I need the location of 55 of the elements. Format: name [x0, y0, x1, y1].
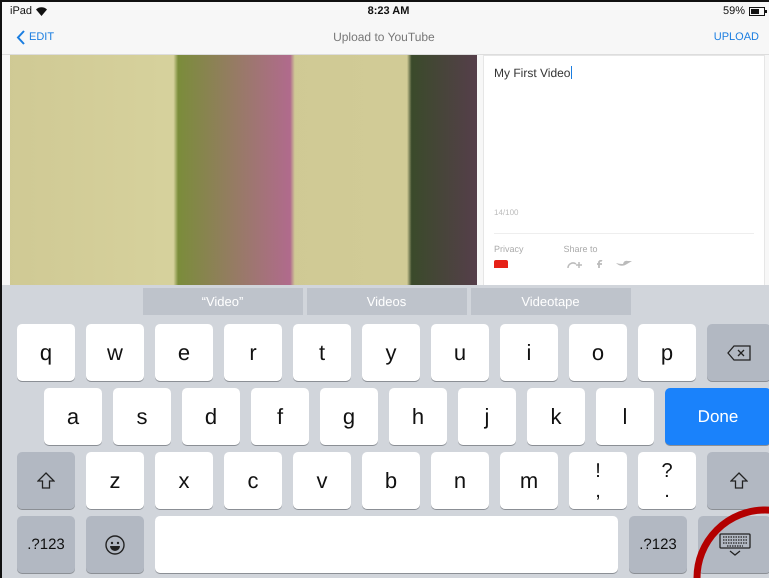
title-input-field[interactable]: My First Video	[494, 66, 572, 204]
letter-key[interactable]: w	[86, 324, 144, 381]
letter-key[interactable]: u	[431, 324, 489, 381]
letter-key[interactable]: j	[458, 388, 516, 445]
character-counter: 14/100	[494, 208, 518, 217]
letter-key[interactable]: h	[389, 388, 447, 445]
letter-key[interactable]: y	[362, 324, 420, 381]
shift-key[interactable]	[17, 452, 75, 509]
letter-key[interactable]: v	[293, 452, 351, 509]
punctuation-key[interactable]: ! ,	[569, 452, 627, 509]
wifi-icon	[36, 6, 48, 16]
letter-key[interactable]: i	[500, 324, 558, 381]
letter-key[interactable]: l	[596, 388, 654, 445]
letter-key[interactable]: e	[155, 324, 213, 381]
letter-key[interactable]: b	[362, 452, 420, 509]
emoji-key[interactable]	[86, 516, 144, 573]
letter-key[interactable]: c	[224, 452, 282, 509]
shift-key[interactable]	[707, 452, 769, 509]
smiley-icon	[105, 534, 125, 554]
privacy-icon[interactable]	[494, 260, 508, 268]
backspace-icon	[727, 344, 751, 360]
share-label: Share to	[564, 244, 598, 254]
backspace-key[interactable]	[707, 324, 769, 381]
letter-key[interactable]: f	[251, 388, 309, 445]
privacy-label: Privacy	[494, 244, 524, 254]
letter-key[interactable]: a	[44, 388, 102, 445]
letter-key[interactable]: o	[569, 324, 627, 381]
back-button[interactable]: EDIT	[14, 28, 56, 46]
carrier-label: iPad	[10, 5, 32, 17]
status-time: 8:23 AM	[368, 5, 410, 17]
letter-key[interactable]: d	[182, 388, 240, 445]
letter-key[interactable]: z	[86, 452, 144, 509]
shift-arrow-icon	[730, 472, 748, 489]
letter-key[interactable]: q	[17, 324, 75, 381]
letter-key[interactable]: k	[527, 388, 585, 445]
punctuation-key[interactable]: ? .	[638, 452, 696, 509]
done-key[interactable]: Done	[665, 388, 769, 445]
battery-percent: 59%	[722, 5, 745, 17]
shift-arrow-icon	[37, 472, 55, 489]
letter-key[interactable]: r	[224, 324, 282, 381]
letter-key[interactable]: n	[431, 452, 489, 509]
numbers-key[interactable]: .?123	[629, 516, 687, 573]
upload-button[interactable]: UPLOAD	[712, 29, 761, 45]
letter-key[interactable]: t	[293, 324, 351, 381]
letter-key[interactable]: g	[320, 388, 378, 445]
numbers-key[interactable]: .?123	[17, 516, 75, 573]
letter-key[interactable]: x	[155, 452, 213, 509]
letter-key[interactable]: s	[113, 388, 171, 445]
letter-key[interactable]: m	[500, 452, 558, 509]
letter-key[interactable]: p	[638, 324, 696, 381]
nav-title: Upload to YouTube	[333, 30, 435, 44]
keyboard-icon	[718, 532, 750, 556]
space-bar[interactable]	[155, 516, 618, 573]
chevron-left-icon	[16, 30, 25, 44]
facebook-icon[interactable]	[596, 260, 603, 268]
